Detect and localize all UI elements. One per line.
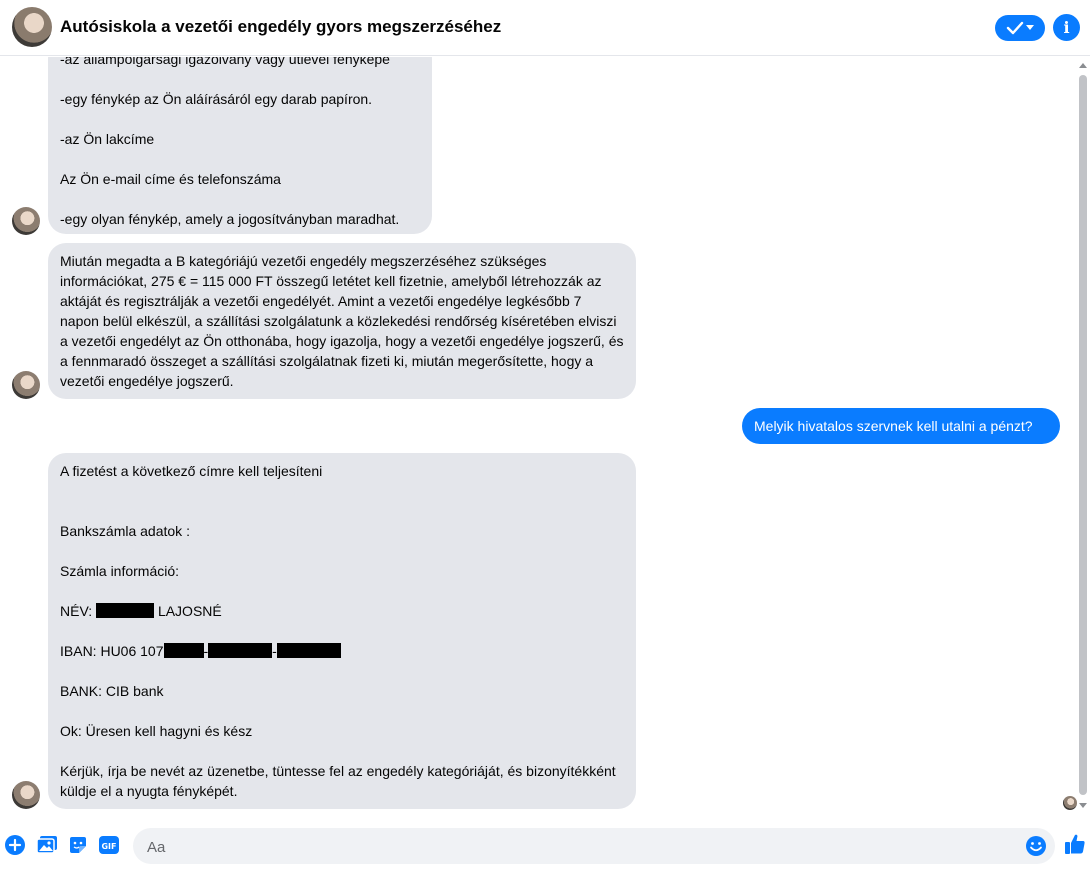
scrollbar[interactable]	[1076, 57, 1090, 817]
redaction-block	[96, 603, 155, 618]
thumbs-up-icon[interactable]	[1064, 833, 1086, 855]
gif-icon[interactable]: GIF	[98, 834, 120, 856]
iban-prefix: IBAN: HU06 107	[60, 643, 164, 659]
redaction-block	[276, 643, 341, 658]
message-line: -egy olyan fénykép, amely a jogosítványb…	[60, 211, 400, 227]
message-line: BANK: CIB bank	[60, 683, 164, 699]
message-line: Az Ön e-mail címe és telefonszáma	[60, 171, 281, 187]
svg-text:GIF: GIF	[101, 842, 116, 851]
message-list[interactable]: -az állampolgársági igazolvány vagy útle…	[0, 57, 1076, 817]
message-line: Ok: Üresen kell hagyni és kész	[60, 723, 253, 739]
message-line: A fizetést a következő címre kell teljes…	[60, 463, 323, 479]
message-text: Melyik hivatalos szervnek kell utalni a …	[754, 418, 1033, 434]
sender-avatar[interactable]	[12, 371, 40, 399]
message-line: Bankszámla adatok :	[60, 523, 190, 539]
message-line: Kérjük, írja be nevét az üzenetbe, tünte…	[60, 763, 616, 799]
message-line: -az Ön lakcíme	[60, 131, 155, 147]
scroll-up-arrow-icon[interactable]	[1079, 63, 1087, 68]
emoji-icon[interactable]	[1025, 835, 1047, 857]
sender-avatar[interactable]	[12, 207, 40, 235]
sender-avatar[interactable]	[12, 781, 40, 809]
iban-line: IBAN: HU06 107- -	[60, 641, 624, 661]
name-prefix: NÉV:	[60, 603, 93, 619]
info-icon[interactable]: i	[1053, 14, 1080, 41]
incoming-message-3[interactable]: A fizetést a következő címre kell teljes…	[48, 453, 636, 809]
name-line: NÉV: LAJOSNÉ	[60, 601, 624, 621]
delivery-status-button[interactable]	[995, 15, 1045, 41]
conversation-title[interactable]: Autósiskola a vezetői engedély gyors meg…	[60, 17, 501, 37]
message-input[interactable]	[145, 828, 1009, 866]
scrollbar-thumb[interactable]	[1079, 75, 1087, 795]
outgoing-message[interactable]: Melyik hivatalos szervnek kell utalni a …	[742, 408, 1060, 444]
message-line: -az állampolgársági igazolvány vagy útle…	[60, 57, 390, 67]
message-text: Miután megadta a B kategóriájú vezetői e…	[60, 253, 624, 389]
checkmark-icon	[1006, 21, 1024, 35]
incoming-message-2[interactable]: Miután megadta a B kategóriájú vezetői e…	[48, 243, 636, 399]
seen-indicator-avatar	[1063, 796, 1077, 810]
scroll-down-arrow-icon[interactable]	[1079, 803, 1087, 808]
caret-down-icon	[1026, 25, 1034, 30]
sticker-icon[interactable]	[67, 834, 89, 856]
message-line: -egy fénykép az Ön aláírásáról egy darab…	[60, 91, 373, 107]
chat-header: Autósiskola a vezetői engedély gyors meg…	[0, 0, 1090, 56]
contact-avatar[interactable]	[12, 7, 52, 47]
plus-icon[interactable]	[4, 834, 26, 856]
message-line: Számla információ:	[60, 563, 180, 579]
name-suffix: LAJOSNÉ	[157, 603, 222, 619]
incoming-message-1[interactable]: -az állampolgársági igazolvány vagy útle…	[48, 57, 432, 234]
redaction-block	[208, 643, 273, 658]
photo-gallery-icon[interactable]	[36, 834, 58, 856]
message-composer: GIF	[0, 820, 1090, 872]
redaction-block	[163, 643, 204, 658]
message-input-box[interactable]	[133, 828, 1055, 866]
